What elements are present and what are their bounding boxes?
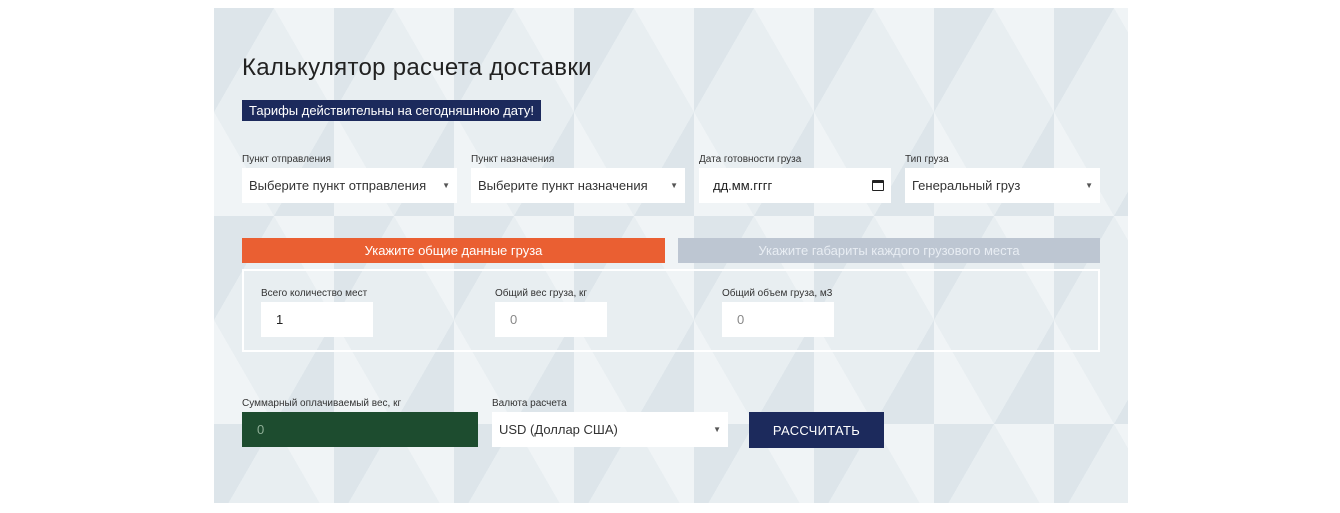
destination-label: Пункт назначения [471, 154, 555, 165]
tab-dimensions[interactable]: Укажите габариты каждого грузового места [678, 238, 1100, 263]
chevron-down-icon: ▼ [713, 425, 721, 434]
chevron-down-icon: ▼ [442, 181, 450, 190]
calendar-icon[interactable] [872, 180, 884, 191]
billable-weight-label: Суммарный оплачиваемый вес, кг [242, 398, 402, 409]
page-title: Калькулятор расчета доставки [242, 54, 592, 81]
destination-select[interactable]: Выберите пункт назначения ▼ [471, 168, 685, 203]
destination-select-value: Выберите пункт назначения [478, 178, 648, 193]
weight-label: Общий вес груза, кг [495, 288, 588, 299]
calculator-panel: Калькулятор расчета доставки Тарифы дейс… [214, 8, 1128, 503]
weight-input[interactable]: 0 [495, 302, 607, 337]
chevron-down-icon: ▼ [670, 181, 678, 190]
cargo-type-value: Генеральный груз [912, 178, 1021, 193]
tab-general-data[interactable]: Укажите общие данные груза [242, 238, 665, 263]
cargo-type-label: Тип груза [905, 154, 949, 165]
currency-label: Валюта расчета [492, 398, 567, 409]
places-label: Всего количество мест [261, 288, 368, 299]
currency-select[interactable]: USD (Доллар США) ▼ [492, 412, 728, 447]
ready-date-value: дд.мм.гггг [713, 178, 773, 193]
ready-date-label: Дата готовности груза [699, 154, 802, 165]
origin-label: Пункт отправления [242, 154, 332, 165]
cargo-type-select[interactable]: Генеральный груз ▼ [905, 168, 1100, 203]
currency-value: USD (Доллар США) [499, 422, 618, 437]
tariff-notice-badge: Тарифы действительны на сегодняшнюю дату… [242, 100, 541, 121]
volume-label: Общий объем груза, м3 [722, 288, 833, 299]
billable-weight-output: 0 [242, 412, 478, 447]
calculate-button[interactable]: РАССЧИТАТЬ [749, 412, 884, 448]
chevron-down-icon: ▼ [1085, 181, 1093, 190]
places-input[interactable]: 1 [261, 302, 373, 337]
origin-select[interactable]: Выберите пункт отправления ▼ [242, 168, 457, 203]
ready-date-input[interactable]: дд.мм.гггг [699, 168, 891, 203]
origin-select-value: Выберите пункт отправления [249, 178, 427, 193]
volume-input[interactable]: 0 [722, 302, 834, 337]
